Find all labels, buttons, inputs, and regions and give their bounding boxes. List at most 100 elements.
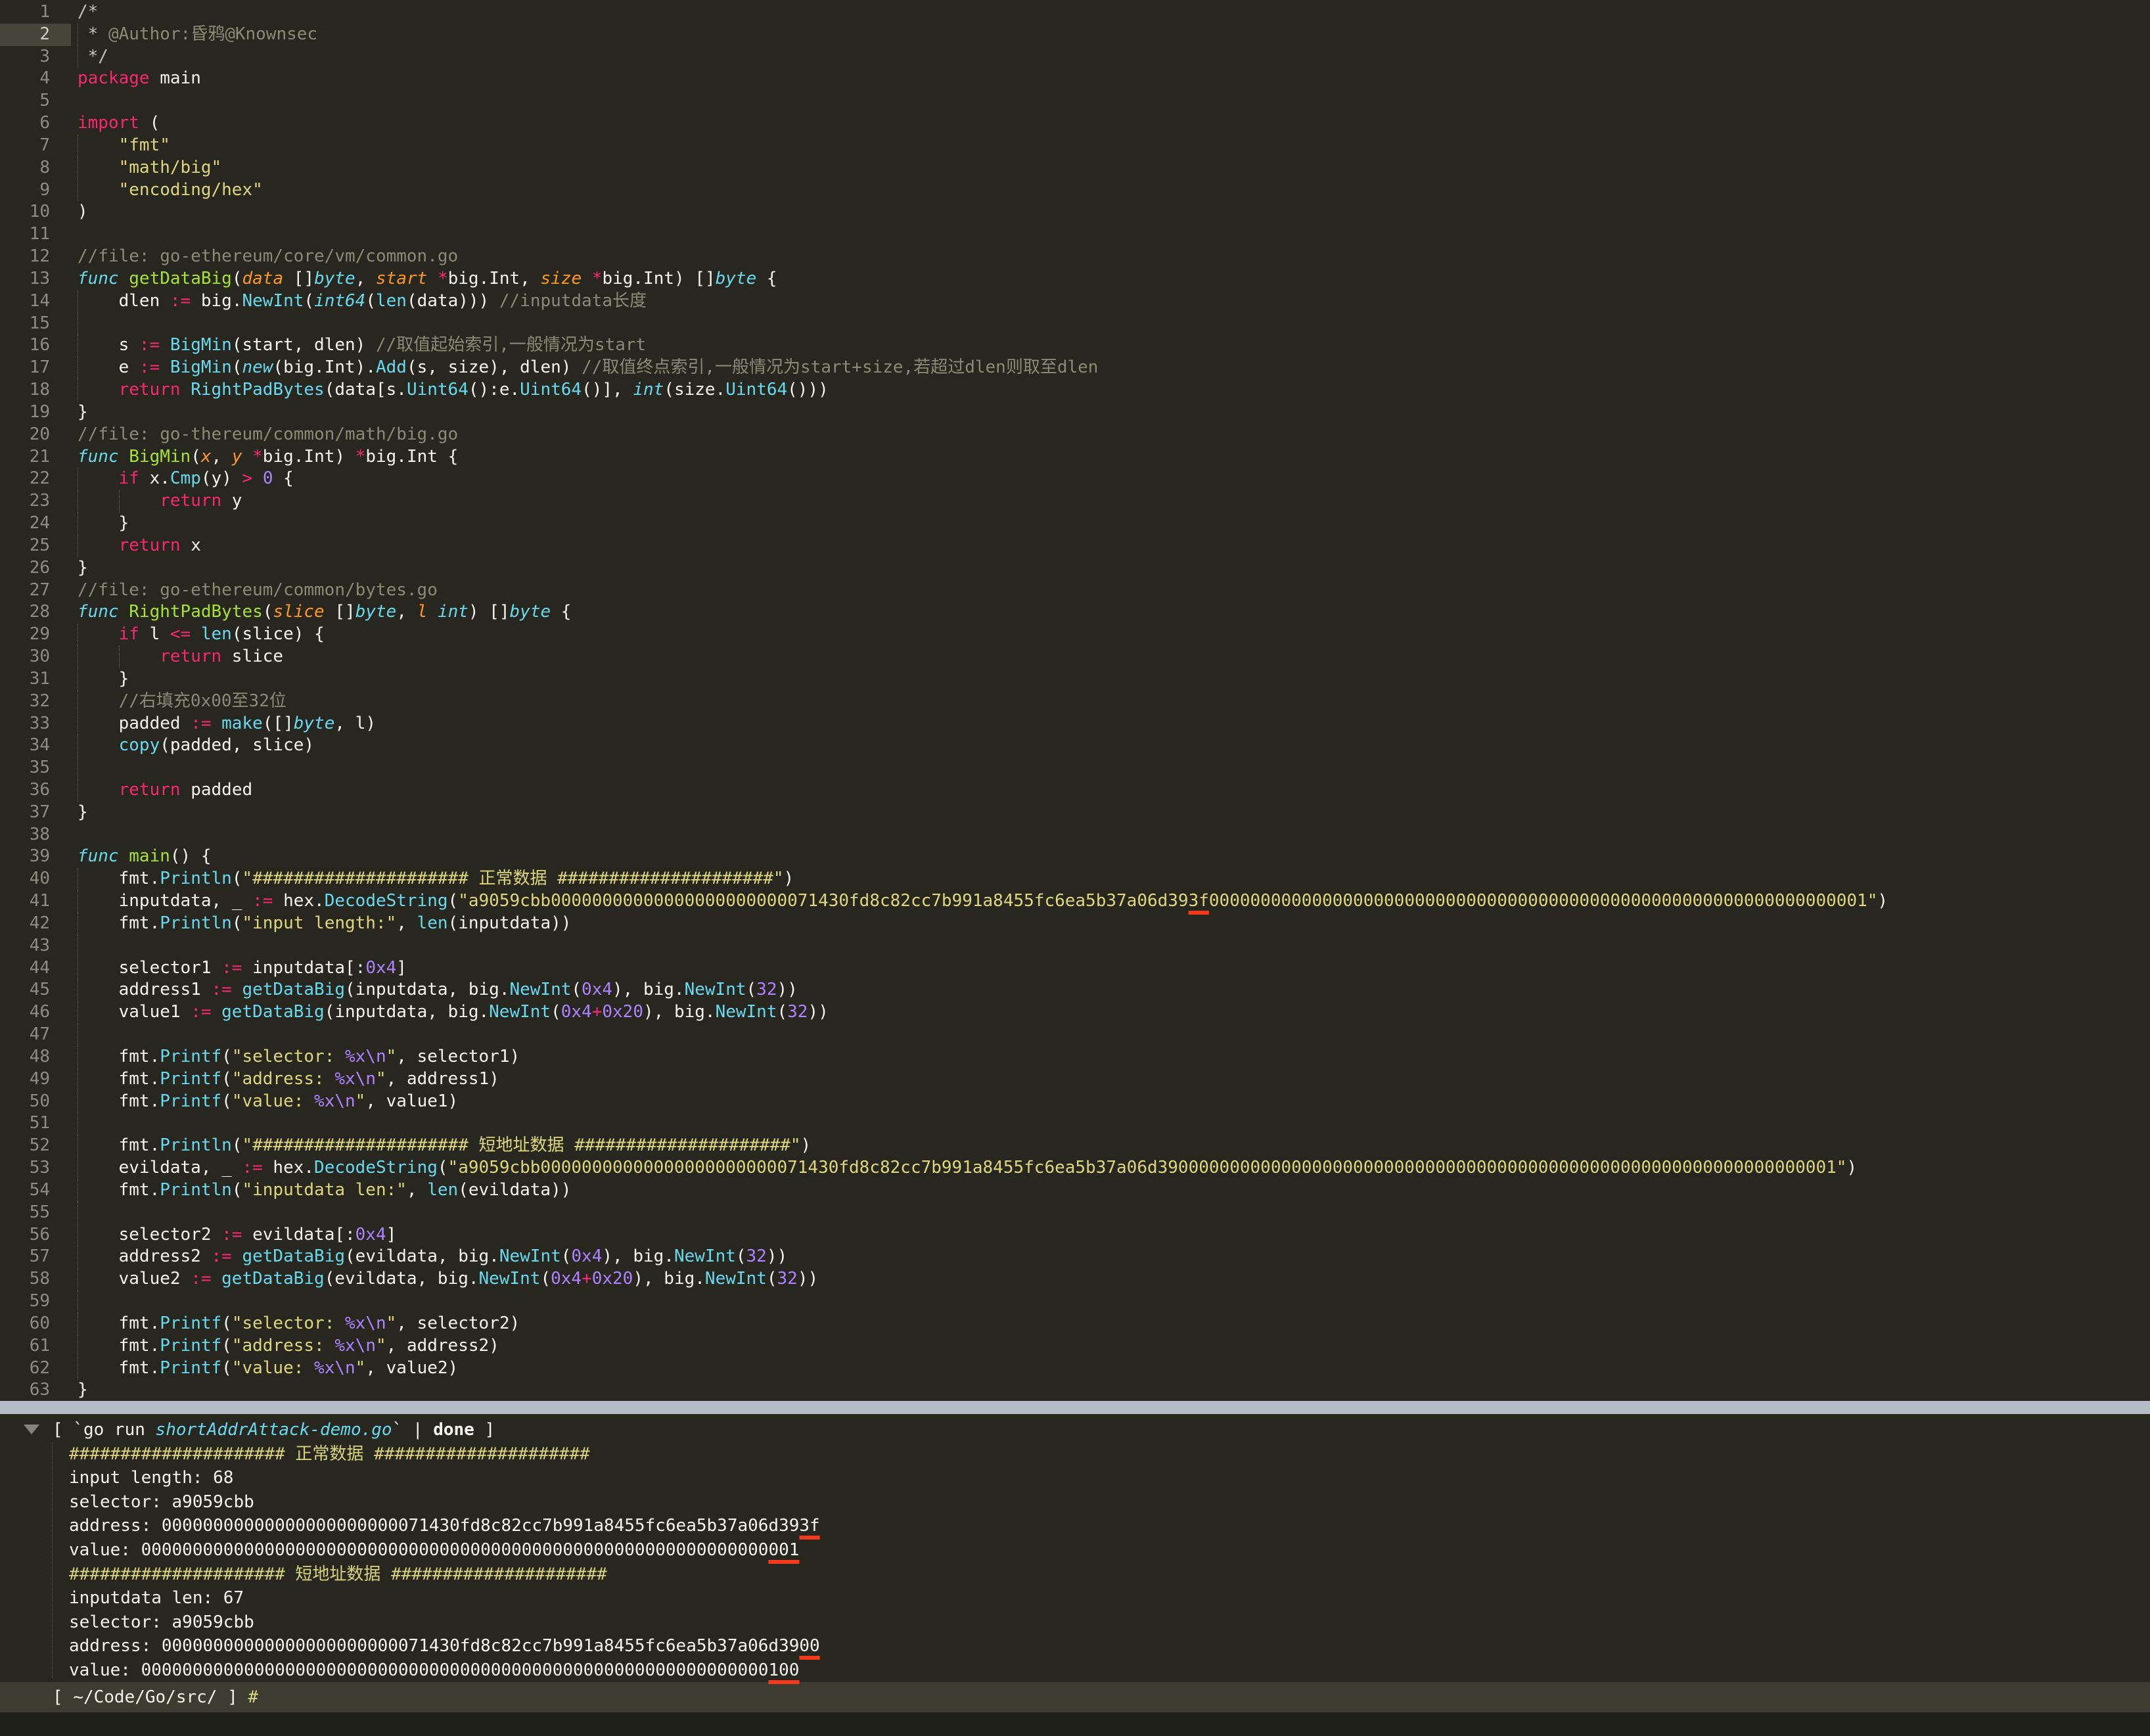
- line-number[interactable]: 36: [0, 779, 71, 802]
- line-number[interactable]: 58: [0, 1268, 71, 1291]
- line-number[interactable]: 27: [0, 580, 71, 602]
- code-line[interactable]: 60 fmt.Printf("selector: %x\n", selector…: [0, 1312, 2150, 1335]
- code-line[interactable]: 24 }: [0, 513, 2150, 535]
- code-line[interactable]: 26}: [0, 557, 2150, 580]
- code-line[interactable]: 9 "encoding/hex": [0, 179, 2150, 202]
- code-line[interactable]: 54 fmt.Println("inputdata len:", len(evi…: [0, 1179, 2150, 1202]
- line-number[interactable]: 52: [0, 1135, 71, 1157]
- code-line[interactable]: 41 inputdata, _ := hex.DecodeString("a90…: [0, 890, 2150, 913]
- code-line[interactable]: 7 "fmt": [0, 134, 2150, 157]
- line-number[interactable]: 2: [0, 23, 71, 46]
- line-number[interactable]: 34: [0, 735, 71, 757]
- code-line[interactable]: 45 address1 := getDataBig(inputdata, big…: [0, 979, 2150, 1002]
- line-number[interactable]: 43: [0, 935, 71, 957]
- line-number[interactable]: 18: [0, 379, 71, 401]
- line-number[interactable]: 9: [0, 179, 71, 202]
- code-line[interactable]: 31 }: [0, 668, 2150, 691]
- code-line[interactable]: 43: [0, 934, 2150, 957]
- line-number[interactable]: 21: [0, 446, 71, 468]
- line-number[interactable]: 40: [0, 868, 71, 890]
- code-line[interactable]: 27 //file: go-ethereum/common/bytes.go: [0, 580, 2150, 602]
- line-number[interactable]: 56: [0, 1224, 71, 1246]
- code-line[interactable]: 2 * @Author:昏鸦@Knownsec: [0, 23, 2150, 46]
- line-number[interactable]: 24: [0, 513, 71, 535]
- code-line[interactable]: 49 fmt.Printf("address: %x\n", address1): [0, 1068, 2150, 1091]
- code-line[interactable]: 11: [0, 223, 2150, 246]
- code-line[interactable]: 15: [0, 312, 2150, 335]
- code-line[interactable]: 56 selector2 := evildata[:0x4]: [0, 1223, 2150, 1246]
- line-number[interactable]: 23: [0, 490, 71, 513]
- line-number[interactable]: 41: [0, 890, 71, 913]
- code-line[interactable]: 25 return x: [0, 534, 2150, 557]
- line-number[interactable]: 29: [0, 624, 71, 646]
- code-line[interactable]: 20 //file: go-thereum/common/math/big.go: [0, 424, 2150, 446]
- code-line[interactable]: 50 fmt.Printf("value: %x\n", value1): [0, 1090, 2150, 1113]
- line-number[interactable]: 38: [0, 824, 71, 846]
- line-number[interactable]: 20: [0, 424, 71, 446]
- code-line[interactable]: 21 func BigMin(x, y *big.Int) *big.Int {: [0, 446, 2150, 468]
- code-line[interactable]: 23 return y: [0, 490, 2150, 513]
- code-line[interactable]: 32 //右填充0x00至32位: [0, 690, 2150, 713]
- code-line[interactable]: 3 */: [0, 45, 2150, 68]
- code-line[interactable]: 35: [0, 757, 2150, 779]
- fold-triangle-icon[interactable]: [24, 1425, 39, 1434]
- code-line[interactable]: 42 fmt.Println("input length:", len(inpu…: [0, 912, 2150, 935]
- line-number[interactable]: 60: [0, 1313, 71, 1335]
- line-number[interactable]: 13: [0, 268, 71, 290]
- code-line[interactable]: 44 selector1 := inputdata[:0x4]: [0, 957, 2150, 980]
- code-line[interactable]: 28 func RightPadBytes(slice []byte, l int…: [0, 601, 2150, 624]
- code-line[interactable]: 1 /*: [0, 1, 2150, 24]
- line-number[interactable]: 8: [0, 157, 71, 179]
- code-line[interactable]: 38: [0, 824, 2150, 846]
- code-line[interactable]: 58 value2 := getDataBig(evildata, big.Ne…: [0, 1268, 2150, 1291]
- line-number[interactable]: 48: [0, 1046, 71, 1068]
- code-line[interactable]: 13 func getDataBig(data []byte, start *bi…: [0, 268, 2150, 290]
- line-number[interactable]: 61: [0, 1335, 71, 1358]
- code-line[interactable]: 19}: [0, 401, 2150, 424]
- code-line[interactable]: 8 "math/big": [0, 156, 2150, 179]
- line-number[interactable]: 26: [0, 557, 71, 580]
- code-editor[interactable]: 1/* 2 * @Author:昏鸦@Knownsec 3 */4 package m…: [0, 0, 2150, 1401]
- line-number[interactable]: 17: [0, 357, 71, 379]
- line-number[interactable]: 14: [0, 290, 71, 313]
- line-number[interactable]: 59: [0, 1291, 71, 1313]
- code-line[interactable]: 52 fmt.Println("##################### 短地…: [0, 1135, 2150, 1158]
- line-number[interactable]: 50: [0, 1091, 71, 1113]
- line-number[interactable]: 16: [0, 334, 71, 357]
- terminal-panel[interactable]: [ `go run shortAddrAttack-demo.go` | don…: [0, 1414, 2150, 1682]
- line-number[interactable]: 53: [0, 1157, 71, 1179]
- line-number[interactable]: 44: [0, 957, 71, 980]
- line-number[interactable]: 51: [0, 1112, 71, 1135]
- line-number[interactable]: 6: [0, 112, 71, 135]
- code-line[interactable]: 62 fmt.Printf("value: %x\n", value2): [0, 1357, 2150, 1380]
- line-number[interactable]: 62: [0, 1358, 71, 1380]
- line-number[interactable]: 4: [0, 68, 71, 90]
- code-line[interactable]: 51: [0, 1112, 2150, 1135]
- code-line[interactable]: 12 //file: go-ethereum/core/vm/common.go: [0, 246, 2150, 268]
- code-line[interactable]: 30 return slice: [0, 646, 2150, 668]
- line-number[interactable]: 42: [0, 913, 71, 935]
- code-line[interactable]: 33 padded := make([]byte, l): [0, 712, 2150, 735]
- code-line[interactable]: 48 fmt.Printf("selector: %x\n", selector…: [0, 1045, 2150, 1068]
- code-line[interactable]: 16 s := BigMin(start, dlen) //取值起始索引,一般情…: [0, 334, 2150, 357]
- line-number[interactable]: 54: [0, 1179, 71, 1202]
- line-number[interactable]: 31: [0, 668, 71, 691]
- code-line[interactable]: 47: [0, 1024, 2150, 1046]
- line-number[interactable]: 19: [0, 401, 71, 424]
- line-number[interactable]: 11: [0, 223, 71, 246]
- line-number[interactable]: 7: [0, 135, 71, 157]
- line-number[interactable]: 46: [0, 1001, 71, 1024]
- code-line[interactable]: 10): [0, 201, 2150, 223]
- code-line[interactable]: 40 fmt.Println("##################### 正常…: [0, 868, 2150, 891]
- code-line[interactable]: 57 address2 := getDataBig(evildata, big.…: [0, 1246, 2150, 1269]
- line-number[interactable]: 1: [0, 1, 71, 24]
- line-number[interactable]: 33: [0, 713, 71, 735]
- code-line[interactable]: 6 import (: [0, 112, 2150, 135]
- code-line[interactable]: 53 evildata, _ := hex.DecodeString("a905…: [0, 1157, 2150, 1179]
- code-line[interactable]: 17 e := BigMin(new(big.Int).Add(s, size)…: [0, 357, 2150, 380]
- line-number[interactable]: 49: [0, 1068, 71, 1091]
- panel-divider[interactable]: [0, 1401, 2150, 1414]
- code-line[interactable]: 63}: [0, 1379, 2150, 1402]
- line-number[interactable]: 22: [0, 468, 71, 490]
- line-number[interactable]: 63: [0, 1379, 71, 1402]
